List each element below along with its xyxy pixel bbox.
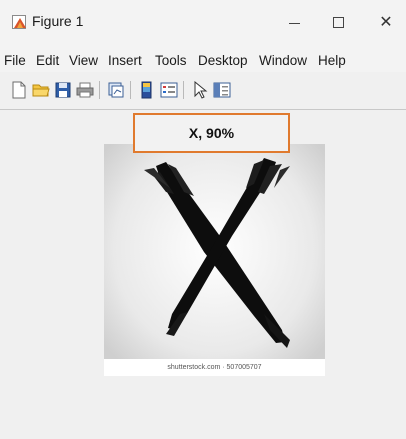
menu-help[interactable]: Help (318, 53, 346, 68)
window-title: Figure 1 (32, 13, 84, 29)
maximize-icon (332, 16, 344, 28)
save-icon[interactable] (54, 81, 72, 99)
figure-window: Figure 1 ✕ File Edit View Insert Tools D… (0, 0, 406, 439)
title-bar[interactable]: Figure 1 ✕ (0, 0, 406, 42)
legend-icon[interactable] (160, 81, 178, 99)
minimize-button[interactable] (274, 6, 314, 38)
figure-canvas: shutterstock.com · 507005707 X, 90% (0, 110, 406, 439)
axes-title: X, 90% (133, 113, 290, 153)
new-figure-icon[interactable] (10, 81, 28, 99)
menu-file[interactable]: File (4, 53, 26, 68)
matlab-logo-icon (12, 15, 26, 29)
axes-image: shutterstock.com · 507005707 (104, 144, 325, 376)
maximize-button[interactable] (318, 6, 358, 38)
menu-edit[interactable]: Edit (36, 53, 59, 68)
property-inspector-icon[interactable] (213, 81, 231, 99)
toolbar-separator (183, 81, 184, 99)
x-brush-mark-icon (104, 144, 325, 376)
image-watermark: shutterstock.com · 507005707 (104, 359, 325, 376)
menu-insert[interactable]: Insert (108, 53, 142, 68)
colorbar-icon[interactable] (138, 81, 156, 99)
toolbar-separator (99, 81, 100, 99)
figure-toolbar (0, 72, 406, 110)
close-icon: ✕ (379, 14, 393, 31)
menu-desktop[interactable]: Desktop (198, 53, 248, 68)
open-file-icon[interactable] (32, 81, 50, 99)
menu-window[interactable]: Window (259, 53, 307, 68)
minimize-icon (288, 22, 300, 24)
toolbar-separator (130, 81, 131, 99)
menu-bar: File Edit View Insert Tools Desktop Wind… (0, 42, 406, 72)
menu-view[interactable]: View (69, 53, 98, 68)
close-button[interactable]: ✕ (366, 6, 406, 38)
menu-tools[interactable]: Tools (155, 53, 187, 68)
print-icon[interactable] (76, 81, 94, 99)
link-plot-icon[interactable] (107, 81, 125, 99)
pointer-icon[interactable] (191, 80, 209, 99)
